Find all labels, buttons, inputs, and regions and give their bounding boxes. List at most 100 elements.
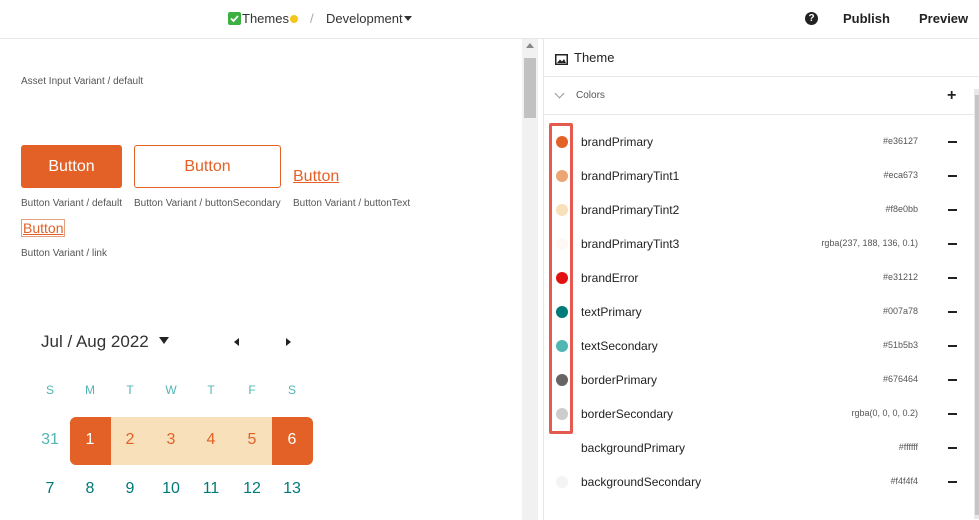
primary-button-caption: Button Variant / default bbox=[21, 198, 122, 209]
branch-dropdown[interactable]: Development bbox=[326, 11, 403, 26]
unsaved-dot-icon bbox=[290, 15, 298, 23]
panel-scroll-thumb[interactable] bbox=[975, 95, 979, 515]
color-name: brandPrimary bbox=[581, 135, 654, 149]
prev-month-icon[interactable] bbox=[234, 338, 239, 346]
add-color-icon[interactable]: + bbox=[947, 87, 956, 105]
color-name: brandPrimaryTint3 bbox=[581, 237, 680, 251]
weekday-label: T bbox=[207, 383, 215, 397]
remove-color-icon[interactable] bbox=[948, 447, 957, 449]
image-icon bbox=[555, 52, 568, 65]
link-button[interactable]: Button bbox=[21, 219, 66, 237]
weekday-label: S bbox=[45, 383, 54, 397]
color-row[interactable]: brandPrimaryTint3 rgba(237, 188, 136, 0.1… bbox=[544, 227, 958, 261]
calendar-day[interactable]: 5 bbox=[232, 431, 272, 449]
themes-link[interactable]: Themes bbox=[242, 11, 289, 26]
remove-color-icon[interactable] bbox=[948, 175, 957, 177]
weekday-label: F bbox=[248, 383, 256, 397]
calendar-day[interactable]: 2 bbox=[110, 431, 150, 449]
color-value[interactable]: rgba(237, 188, 136, 0.1) bbox=[821, 238, 918, 248]
canvas-scroll-thumb[interactable] bbox=[524, 58, 536, 118]
color-name: brandPrimaryTint1 bbox=[581, 169, 680, 183]
color-swatch[interactable] bbox=[556, 442, 568, 454]
remove-color-icon[interactable] bbox=[948, 277, 957, 279]
color-value[interactable]: #f4f4f4 bbox=[890, 476, 918, 486]
publish-button[interactable]: Publish bbox=[843, 11, 890, 26]
weekday-label: T bbox=[126, 383, 134, 397]
calendar-day[interactable]: 1 bbox=[70, 431, 110, 449]
next-month-icon[interactable] bbox=[286, 338, 291, 346]
preview-button[interactable]: Preview bbox=[919, 11, 968, 26]
link-button-caption: Button Variant / link bbox=[21, 248, 107, 259]
breadcrumb-separator: / bbox=[310, 11, 314, 26]
panel-title: Theme bbox=[574, 50, 615, 65]
color-row[interactable]: borderPrimary #676464 bbox=[544, 363, 958, 397]
weekday-label: S bbox=[287, 383, 296, 397]
chevron-down-icon[interactable] bbox=[554, 88, 565, 99]
color-value[interactable]: #ffffff bbox=[899, 442, 918, 452]
remove-color-icon[interactable] bbox=[948, 141, 957, 143]
color-value[interactable]: #e31212 bbox=[883, 272, 918, 282]
remove-color-icon[interactable] bbox=[948, 311, 957, 313]
calendar-day[interactable]: 7 bbox=[30, 480, 70, 498]
remove-color-icon[interactable] bbox=[948, 379, 957, 381]
preview-canvas: Asset Input Variant / default Button But… bbox=[0, 39, 522, 520]
remove-color-icon[interactable] bbox=[948, 243, 957, 245]
colors-section-title: Colors bbox=[576, 90, 605, 101]
remove-color-icon[interactable] bbox=[948, 345, 957, 347]
calendar-day[interactable]: 6 bbox=[272, 431, 312, 449]
calendar-day[interactable]: 9 bbox=[110, 480, 150, 498]
calendar-day[interactable]: 3 bbox=[151, 431, 191, 449]
secondary-button-caption: Button Variant / buttonSecondary bbox=[134, 198, 281, 209]
color-value[interactable]: rgba(0, 0, 0, 0.2) bbox=[851, 408, 918, 418]
color-name: brandError bbox=[581, 271, 639, 285]
color-value[interactable]: #007a78 bbox=[883, 306, 918, 316]
calendar-day[interactable]: 13 bbox=[272, 480, 312, 498]
calendar-day[interactable]: 12 bbox=[232, 480, 272, 498]
color-name: brandPrimaryTint2 bbox=[581, 203, 680, 217]
color-name: borderPrimary bbox=[581, 373, 658, 387]
calendar-day[interactable]: 11 bbox=[191, 480, 231, 498]
text-button[interactable]: Button bbox=[293, 168, 339, 186]
calendar-day[interactable]: 8 bbox=[70, 480, 110, 498]
weekday-label: W bbox=[165, 383, 177, 397]
remove-color-icon[interactable] bbox=[948, 209, 957, 211]
text-button-caption: Button Variant / buttonText bbox=[293, 198, 411, 209]
panel-header: Theme bbox=[544, 39, 979, 77]
color-row[interactable]: textPrimary #007a78 bbox=[544, 295, 958, 329]
color-row[interactable]: brandPrimaryTint1 #eca673 bbox=[544, 159, 958, 193]
checkbox-checked-icon[interactable] bbox=[228, 12, 241, 25]
color-row[interactable]: textSecondary #51b5b3 bbox=[544, 329, 958, 363]
calendar-day[interactable]: 4 bbox=[191, 431, 231, 449]
calendar-month-title[interactable]: Jul / Aug 2022 bbox=[41, 332, 149, 352]
color-value[interactable]: #e36127 bbox=[883, 136, 918, 146]
month-dropdown-icon[interactable] bbox=[159, 337, 169, 344]
color-row[interactable]: borderSecondary rgba(0, 0, 0, 0.2) bbox=[544, 397, 958, 431]
color-value[interactable]: #eca673 bbox=[883, 170, 918, 180]
weekday-label: M bbox=[85, 383, 95, 397]
color-name: textPrimary bbox=[581, 305, 642, 319]
calendar-day[interactable]: 10 bbox=[151, 480, 191, 498]
color-value[interactable]: #51b5b3 bbox=[883, 340, 918, 350]
calendar-day[interactable]: 31 bbox=[30, 431, 70, 449]
help-icon[interactable]: ? bbox=[805, 12, 818, 25]
color-row[interactable]: backgroundPrimary #ffffff bbox=[544, 431, 958, 465]
color-row[interactable]: brandPrimaryTint2 #f8e0bb bbox=[544, 193, 958, 227]
color-row[interactable]: backgroundSecondary #f4f4f4 bbox=[544, 465, 958, 499]
color-name: backgroundSecondary bbox=[581, 475, 702, 489]
theme-panel: Theme Colors + brandPrimary #e36127 brandP… bbox=[543, 39, 979, 520]
remove-color-icon[interactable] bbox=[948, 413, 957, 415]
color-row[interactable]: brandPrimary #e36127 bbox=[544, 125, 958, 159]
color-row[interactable]: brandError #e31212 bbox=[544, 261, 958, 295]
remove-color-icon[interactable] bbox=[948, 481, 957, 483]
colors-section-header[interactable]: Colors + bbox=[544, 77, 979, 115]
color-name: backgroundPrimary bbox=[581, 441, 686, 455]
color-value[interactable]: #676464 bbox=[883, 374, 918, 384]
caret-down-icon[interactable] bbox=[404, 16, 412, 21]
asset-input-caption: Asset Input Variant / default bbox=[21, 76, 144, 87]
color-value[interactable]: #f8e0bb bbox=[885, 204, 918, 214]
color-name: borderSecondary bbox=[581, 407, 674, 421]
primary-button[interactable]: Button bbox=[21, 145, 122, 188]
color-swatch[interactable] bbox=[556, 476, 568, 488]
scroll-up-icon[interactable] bbox=[526, 43, 534, 48]
secondary-button[interactable]: Button bbox=[134, 145, 281, 188]
